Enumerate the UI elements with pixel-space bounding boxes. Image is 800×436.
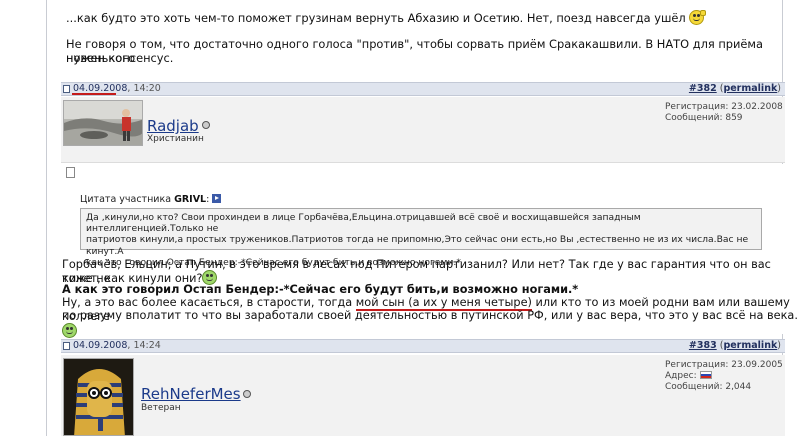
post-icon-2 [63,342,70,350]
quote-author: GRIVL [174,194,207,205]
prev-post-line: ...как будто это хоть чем-то поможет гру… [66,10,707,25]
quote-header: Цитата участника GRIVL: [80,194,222,205]
prev-post-text-2: Не говоря о том, что достаточно одного г… [66,37,764,65]
flag-icon [699,371,712,379]
post-page-icon [66,167,75,178]
user-stats-2: Регистрация: 23.09.2005 Адрес: Сообщений… [665,360,783,393]
username-link[interactable]: Radjab [147,117,199,135]
post-number-link[interactable]: #382 [689,83,717,94]
post-time-2: , 14:24 [127,340,161,351]
user-info-box: Radjab Христианин Регистрация: 23.02.200… [61,97,785,163]
post-number-area-2: #383 (permalink) [688,340,781,351]
status-icon [202,121,210,129]
quote-text-1: Да ,кинули,но кто? Свои прохиндеи в лице… [86,212,641,235]
view-post-arrow-icon[interactable] [212,194,222,203]
smiley-icon [62,323,79,338]
post-header-2: 04.09.2008, 14:24 #383 (permalink) [61,339,785,353]
avatar-image [64,101,142,145]
message-count: Сообщений: 859 [665,113,743,123]
avatar[interactable] [63,100,143,146]
post-time: , 14:20 [127,83,161,94]
permalink-link-2[interactable]: permalink [723,340,777,351]
avatar-2[interactable] [63,358,134,436]
forum-page: ...как будто это хоть чем-то поможет гру… [0,0,800,436]
post-number-link-2[interactable]: #383 [689,340,717,351]
post-icon [63,85,70,93]
user-title-2: Ветеран [141,403,181,413]
post-text-3-row: А как это говорил Остап Бендер:-*Сейчас … [62,283,578,297]
registration-date: Регистрация: 23.02.2008 [665,102,783,112]
user-info-box-2: RehNeferMes Ветеран Регистрация: 23.09.2… [61,355,785,436]
status-icon-2 [243,390,251,398]
post-date-2: 04.09.2008, 14:24 [73,340,161,352]
post-text-3: А как это говорил Остап Бендер:-*Сейчас … [62,283,579,296]
post-header: 04.09.2008, 14:20 #382 (permalink) [61,82,785,96]
quote-box: Да ,кинули,но кто? Свои прохиндеи в лице… [80,208,762,268]
username-link-2[interactable]: RehNeferMes [141,385,241,403]
user-title: Христианин [147,134,204,144]
address-label: Адрес: [665,371,697,381]
waving-smiley-icon [689,10,707,25]
date-underline-mark [72,93,116,95]
post-date-value-2: 04.09.2008 [73,340,128,351]
registration-date-2: Регистрация: 23.09.2005 [665,360,783,370]
quote-label-suffix: : [206,194,210,205]
prev-post-text-1: ...как будто это хоть чем-то поможет гру… [66,11,686,25]
quote-label-prefix: Цитата участника [80,194,175,205]
post-text-5: по разуму вполатит то что вы заработали … [62,309,798,322]
permalink-link[interactable]: permalink [723,83,777,94]
user-stats: Регистрация: 23.02.2008 Сообщений: 859 [665,102,783,124]
avatar-image-2 [64,359,133,435]
address-row: Адрес: [665,371,783,382]
quote-text-2: патриотов кинули,а простых тружеников.Па… [86,234,749,257]
post-number-area: #382 (permalink) [688,83,781,94]
post-text-5-row: по разуму вполатит то что вы заработали … [62,309,800,339]
prev-post-text-3: нужен консенсус. [66,51,174,65]
message-count-2: Сообщений: 2,044 [665,382,752,392]
post-text-4a: Ну, а это вас более касається, в старост… [62,296,356,309]
